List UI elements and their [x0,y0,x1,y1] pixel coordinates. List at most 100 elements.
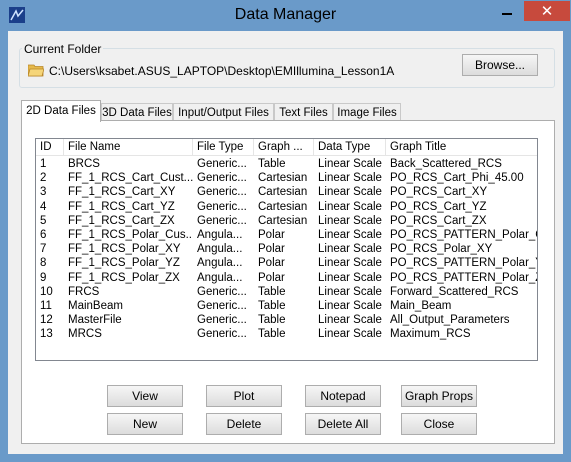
data-manager-window: Data Manager ✕ Current Folder C:\Users\k… [0,0,571,462]
dialog-client-area: Current Folder C:\Users\ksabet.ASUS_LAPT… [8,31,563,454]
cell-file-name: FF_1_RCS_Cart_XY [68,186,176,199]
cell-id: 12 [40,314,53,327]
cell-graph-title: PO_RCS_Cart_YZ [390,200,487,213]
delete-button[interactable]: Delete [206,413,282,435]
cell-file-type: Generic... [197,328,247,341]
minimize-button[interactable] [493,2,521,21]
cell-graph-type: Polar [258,271,285,284]
plot-button[interactable]: Plot [206,385,282,407]
table-row[interactable]: 1 BRCS Generic... Table Linear Scale Back_Sca… [36,157,537,171]
column-header-graph-title[interactable]: Graph Title [386,139,537,155]
cell-file-type: Generic... [197,285,247,298]
cell-graph-title: Maximum_RCS [390,328,471,341]
cell-data-type: Linear Scale [318,328,382,341]
graph-props-button[interactable]: Graph Props [401,385,477,407]
cell-id: 9 [40,271,47,284]
cell-file-type: Generic... [197,214,247,227]
cell-graph-type: Polar [258,257,285,270]
cell-data-type: Linear Scale [318,158,382,170]
close-button[interactable]: Close [401,413,477,435]
tab-2d-data-files[interactable]: 2D Data Files [21,100,101,122]
cell-file-name: FF_1_RCS_Cart_YZ [68,200,175,213]
cell-data-type: Linear Scale [318,257,382,270]
view-button[interactable]: View [107,385,183,407]
cell-file-name: FF_1_RCS_Polar_XY [68,243,181,256]
cell-file-type: Generic... [197,314,247,327]
cell-data-type: Linear Scale [318,314,382,327]
cell-graph-type: Cartesian [258,200,308,213]
tab-image-files[interactable]: Image Files [333,103,401,121]
column-header-file-type[interactable]: File Type [193,139,254,155]
table-row[interactable]: 10 FRCS Generic... Table Linear Scale Forward… [36,285,537,299]
cell-graph-title: PO_RCS_PATTERN_Polar_Cus [390,229,537,241]
cell-id: 11 [40,300,52,312]
cell-id: 3 [40,186,47,199]
cell-file-type: Generic... [197,158,247,170]
column-header-id[interactable]: ID [36,139,64,155]
table-row[interactable]: 13 MRCS Generic... Table Linear Scale Maximum… [36,327,537,341]
cell-file-name: FRCS [68,285,100,298]
table-row[interactable]: 3 FF_1_RCS_Cart_XY Generic... Cartesian Line… [36,185,537,199]
cell-data-type: Linear Scale [318,243,382,256]
browse-button[interactable]: Browse... [462,54,538,76]
cell-file-name: MainBeam [68,300,123,312]
table-row[interactable]: 2 FF_1_RCS_Cart_Cust... Generic... Cartesia… [36,171,537,185]
cell-graph-type: Cartesian [258,186,308,199]
cell-data-type: Linear Scale [318,186,382,199]
files-list-view[interactable]: ID File Name File Type Graph ... Data Ty… [35,138,538,361]
column-header-graph-type[interactable]: Graph ... [254,139,314,155]
column-header-file-name[interactable]: File Name [64,139,193,155]
cell-file-name: FF_1_RCS_Cart_Cust... [68,172,193,185]
tab-input-output-files[interactable]: Input/Output Files [173,103,274,121]
cell-file-type: Angula... [197,257,243,270]
table-row[interactable]: 5 FF_1_RCS_Cart_ZX Generic... Cartesian Line… [36,214,537,228]
title-bar[interactable]: Data Manager ✕ [0,0,571,31]
tab-3d-data-files[interactable]: 3D Data Files [101,103,173,121]
cell-data-type: Linear Scale [318,172,382,185]
cell-file-type: Angula... [197,229,243,241]
cell-file-type: Generic... [197,186,247,199]
close-window-button[interactable]: ✕ [524,1,570,21]
cell-data-type: Linear Scale [318,271,382,284]
cell-file-type: Angula... [197,243,243,256]
folder-icon [28,64,44,77]
cell-id: 4 [40,200,47,213]
cell-id: 6 [40,229,47,241]
cell-graph-type: Table [258,285,286,298]
column-header-data-type[interactable]: Data Type [314,139,386,155]
cell-file-name: BRCS [68,158,100,170]
cell-graph-title: Back_Scattered_RCS [390,158,502,170]
cell-graph-type: Table [258,300,286,312]
tab-text-files[interactable]: Text Files [274,103,333,121]
current-folder-label: Current Folder [22,42,104,56]
cell-file-name: FF_1_RCS_Polar_ZX [68,271,180,284]
cell-graph-title: PO_RCS_Polar_XY [390,243,493,256]
cell-graph-type: Table [258,328,286,341]
cell-id: 2 [40,172,47,185]
table-row[interactable]: 8 FF_1_RCS_Polar_YZ Angula... Polar Linear S… [36,256,537,270]
cell-graph-type: Polar [258,243,285,256]
cell-graph-type: Table [258,314,286,327]
cell-file-type: Angula... [197,271,243,284]
cell-id: 1 [40,158,47,170]
cell-graph-title: Forward_Scattered_RCS [390,285,519,298]
cell-file-name: MRCS [68,328,102,341]
notepad-button[interactable]: Notepad [305,385,381,407]
table-row[interactable]: 11 MainBeam Generic... Table Linear Scale Mai… [36,299,537,313]
cell-data-type: Linear Scale [318,229,382,241]
cell-file-name: FF_1_RCS_Polar_Cus... [68,229,193,241]
cell-id: 10 [40,285,53,298]
cell-file-type: Generic... [197,200,247,213]
table-row[interactable]: 9 FF_1_RCS_Polar_ZX Angula... Polar Linear S… [36,271,538,285]
table-row[interactable]: 12 MasterFile Generic... Table Linear Scale A… [36,313,537,327]
cell-graph-title: PO_RCS_Cart_XY [390,186,488,199]
table-row[interactable]: 4 FF_1_RCS_Cart_YZ Generic... Cartesian Line… [36,200,537,214]
cell-id: 13 [40,328,53,341]
table-row[interactable]: 6 FF_1_RCS_Polar_Cus... Angula... Polar Line… [36,228,537,242]
cell-graph-title: PO_RCS_PATTERN_Polar_ZX [390,271,538,284]
delete-all-button[interactable]: Delete All [305,413,381,435]
table-row[interactable]: 7 FF_1_RCS_Polar_XY Angula... Polar Linear S… [36,242,537,256]
cell-data-type: Linear Scale [318,214,382,227]
new-button[interactable]: New [107,413,183,435]
cell-file-type: Generic... [197,172,247,185]
